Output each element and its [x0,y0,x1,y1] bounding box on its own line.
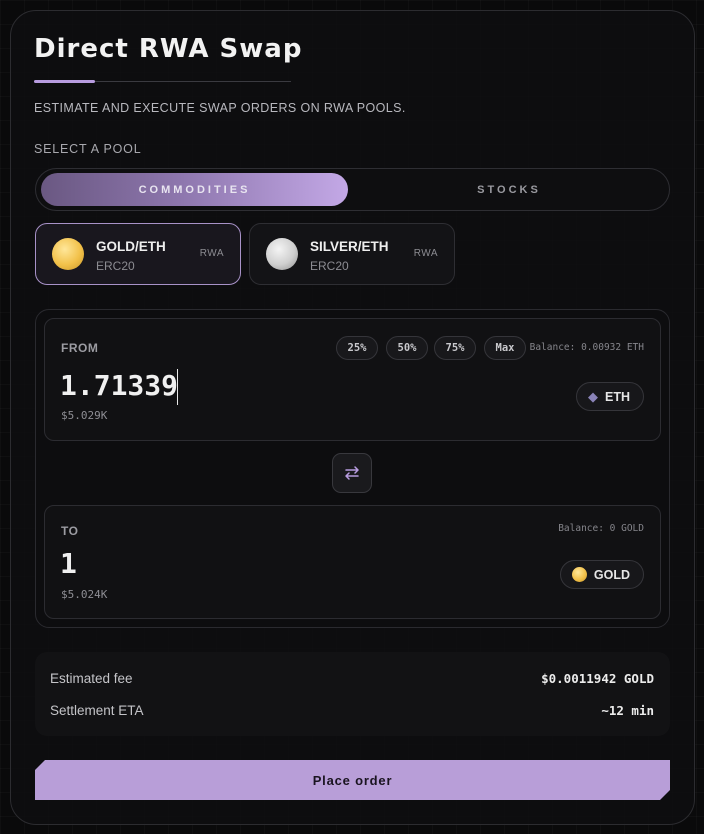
pool-category-tabs: COMMODITIES STOCKS [35,168,670,211]
percent-25-button[interactable]: 25% [336,336,378,360]
to-panel: TO Balance: 0 GOLD 1 $5.024K GOLD [44,505,661,619]
max-button[interactable]: Max [484,336,526,360]
pool-name: GOLD/ETH [96,239,166,254]
gold-coin-icon [52,238,84,270]
pool-standard: ERC20 [96,259,135,273]
to-label: TO [61,524,79,538]
to-amount-output: 1 [60,547,77,580]
pool-card-gold-eth[interactable]: GOLD/ETH ERC20 RWA [35,223,241,285]
from-balance: Balance: 0.00932 ETH [529,342,644,353]
pool-standard: ERC20 [310,259,349,273]
from-token-symbol: ETH [605,389,630,404]
page-subtitle: ESTIMATE AND EXECUTE SWAP ORDERS ON RWA … [34,101,406,115]
estimated-fee-label: Estimated fee [50,671,133,686]
from-label: FROM [61,341,99,355]
ethereum-icon: ◆ [588,388,598,404]
percent-50-button[interactable]: 50% [386,336,428,360]
from-panel: FROM 25% 50% 75% Max Balance: 0.00932 ET… [44,318,661,441]
pool-tag: RWA [413,248,438,259]
swap-arrows-icon [345,466,359,480]
tab-commodities[interactable]: COMMODITIES [41,173,348,206]
pool-tag: RWA [199,248,224,259]
estimated-fee-value: $0.0011942 GOLD [541,671,654,686]
percent-75-button[interactable]: 75% [434,336,476,360]
settlement-eta-label: Settlement ETA [50,703,144,718]
to-usd-value: $5.024K [61,588,108,601]
settlement-eta-value: ~12 min [601,703,654,718]
pool-name: SILVER/ETH [310,239,389,254]
tab-stocks[interactable]: STOCKS [354,173,664,206]
to-token-symbol: GOLD [593,567,630,582]
from-amount-input[interactable]: 1.71339 [60,369,178,402]
place-order-button[interactable]: Place order [35,760,670,800]
page-title: Direct RWA Swap [34,34,303,64]
order-summary: Estimated fee $0.0011942 GOLD Settlement… [35,652,670,736]
swap-direction-button[interactable] [332,453,372,493]
from-token-selector[interactable]: ◆ ETH [576,382,644,411]
select-pool-label: SELECT A POOL [34,142,142,156]
gold-coin-icon [571,567,587,582]
pool-card-silver-eth[interactable]: SILVER/ETH ERC20 RWA [249,223,455,285]
silver-coin-icon [266,238,298,270]
text-caret [177,369,178,405]
from-usd-value: $5.029K [61,409,108,422]
to-balance: Balance: 0 GOLD [558,523,644,534]
title-accent-bar [34,80,95,83]
to-token-selector[interactable]: GOLD [559,560,644,589]
